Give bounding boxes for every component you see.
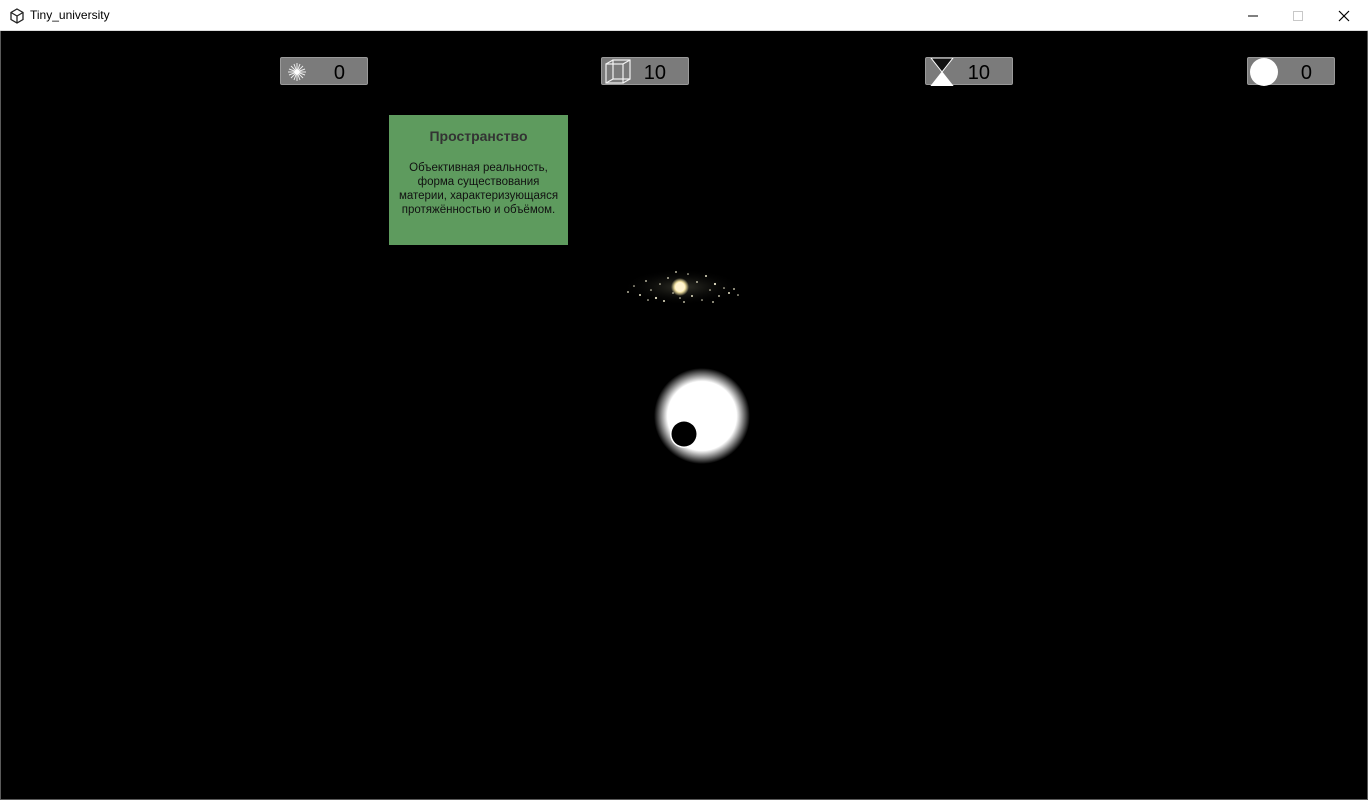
space-counter: 10 (601, 57, 689, 85)
space-value: 10 (643, 62, 666, 84)
window-title: Tiny_university (30, 8, 110, 22)
close-button[interactable] (1321, 0, 1367, 31)
info-card-title: Пространство (429, 128, 528, 144)
window-titlebar: Tiny_university (0, 0, 1368, 31)
unity-icon (10, 8, 24, 24)
close-icon (1338, 10, 1350, 22)
time-counter: 10 (925, 57, 1013, 86)
matter-value: 0 (1300, 62, 1312, 84)
cube-icon (605, 59, 631, 84)
starburst-icon (288, 63, 306, 81)
galaxy[interactable] (618, 262, 746, 310)
time-value: 10 (967, 62, 990, 84)
energy-value: 0 (333, 62, 345, 84)
maximize-button[interactable] (1275, 0, 1321, 31)
minimize-icon (1248, 15, 1258, 17)
matter-counter: 0 (1247, 57, 1335, 86)
info-card: Пространство Объективная реальность, фор… (389, 115, 568, 245)
hourglass-icon (930, 58, 954, 86)
glowing-orb[interactable] (654, 368, 750, 464)
energy-counter: 0 (280, 57, 368, 85)
info-card-description: Объективная реальность, форма существова… (398, 162, 559, 216)
maximize-icon (1293, 11, 1303, 21)
circle-icon (1250, 58, 1278, 86)
minimize-button[interactable] (1230, 0, 1276, 31)
